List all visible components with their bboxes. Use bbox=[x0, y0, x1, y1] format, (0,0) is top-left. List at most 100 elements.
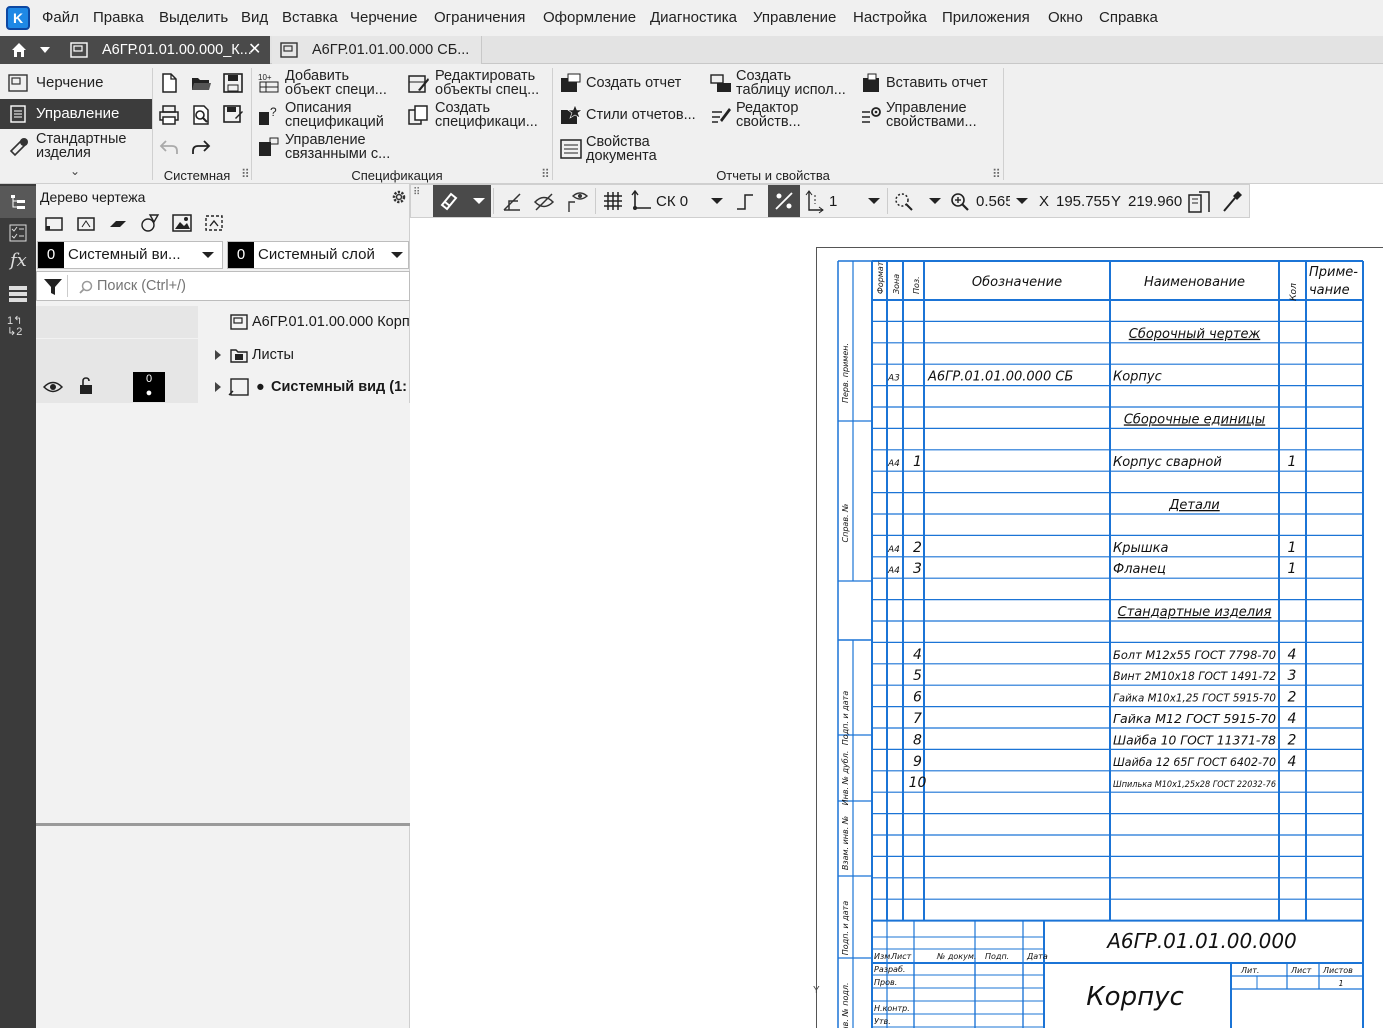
binding-label: Взам. инв. № bbox=[841, 816, 850, 870]
layer-selector[interactable]: 0 Системный слой bbox=[227, 241, 409, 269]
manage-linked-button[interactable]: Управление связанными с... bbox=[256, 132, 401, 164]
mode-drawing[interactable]: Черчение bbox=[0, 68, 152, 98]
menu-item[interactable]: Вид bbox=[241, 9, 268, 26]
create-spec-button[interactable]: Создать спецификаци... bbox=[406, 100, 548, 132]
open-folder-icon[interactable] bbox=[190, 72, 212, 94]
menu-item[interactable]: Правка bbox=[93, 9, 144, 26]
variables-icon[interactable]: fx bbox=[10, 250, 27, 271]
save-as-icon[interactable] bbox=[222, 104, 244, 126]
checklist-icon[interactable] bbox=[9, 224, 27, 242]
redo-icon[interactable] bbox=[190, 136, 212, 158]
show-all-icon[interactable] bbox=[565, 190, 589, 214]
tree-search-input[interactable] bbox=[97, 275, 397, 297]
edit-spec-objects-button[interactable]: Редактировать объекты спец... bbox=[406, 68, 548, 100]
menu-item[interactable]: Оформление bbox=[543, 9, 636, 26]
eyedropper-icon[interactable] bbox=[1221, 190, 1243, 214]
coordinate-system-value[interactable]: СК 0 bbox=[656, 193, 688, 210]
visibility-eye-icon[interactable] bbox=[43, 380, 63, 394]
layer-badge[interactable]: 0 ● bbox=[133, 372, 165, 402]
menu-item[interactable]: Выделить bbox=[159, 9, 228, 26]
image-icon[interactable] bbox=[172, 213, 192, 233]
menu-item[interactable]: Управление bbox=[753, 9, 836, 26]
tab-document-2[interactable]: А6ГР.01.01.00.000 СБ... bbox=[272, 36, 482, 64]
menu-item[interactable]: Ограничения bbox=[434, 9, 525, 26]
add-spec-object-button[interactable]: 10+ Добавить объект специ... bbox=[256, 68, 401, 100]
round-step-toggle[interactable] bbox=[768, 185, 800, 217]
create-usage-table-button[interactable]: Создать таблицу испол... bbox=[708, 68, 856, 100]
zoom-value[interactable]: 0.565 bbox=[976, 193, 1010, 210]
toolbar-grip-icon[interactable]: ⠿ bbox=[413, 187, 420, 198]
step-icon[interactable] bbox=[735, 191, 755, 213]
chevron-down-icon[interactable] bbox=[711, 197, 723, 205]
tree-row-sheets[interactable]: Листы bbox=[36, 339, 410, 371]
chevron-down-icon[interactable] bbox=[868, 197, 880, 205]
cursor-step-icon[interactable] bbox=[805, 190, 825, 214]
zoom-window-icon[interactable] bbox=[893, 191, 915, 213]
zoom-icon[interactable] bbox=[949, 191, 971, 213]
view-selector[interactable]: 0 Системный ви... bbox=[37, 241, 223, 269]
menu-item[interactable]: Справка bbox=[1099, 9, 1158, 26]
expand-modes-icon[interactable]: ⌄ bbox=[70, 164, 80, 178]
print-icon[interactable] bbox=[158, 104, 180, 126]
close-tab-icon[interactable]: ✕ bbox=[248, 36, 261, 64]
layers-icon[interactable] bbox=[8, 284, 28, 304]
menu-item[interactable]: Окно bbox=[1048, 9, 1083, 26]
coordinate-system-icon[interactable] bbox=[631, 190, 653, 212]
insert-fragment-icon[interactable] bbox=[204, 213, 224, 233]
insert-report-button[interactable]: Вставить отчет bbox=[858, 68, 998, 98]
app-logo-icon[interactable]: K bbox=[6, 6, 30, 30]
cell-quantity: 1 bbox=[1288, 540, 1297, 556]
create-report-button[interactable]: Создать отчет bbox=[558, 68, 703, 98]
panel-splitter[interactable] bbox=[36, 823, 410, 826]
menu-item[interactable]: Черчение bbox=[350, 9, 418, 26]
title-row-label: Н.контр. bbox=[874, 1004, 910, 1013]
property-editor-button[interactable]: Редактор свойств... bbox=[708, 100, 856, 132]
unlock-icon[interactable] bbox=[77, 377, 95, 395]
undo-icon[interactable] bbox=[158, 136, 180, 158]
view-from-model-icon[interactable] bbox=[76, 215, 96, 233]
numbering-icon[interactable]: 1↰ ↳2 bbox=[7, 316, 22, 338]
measure-icon[interactable] bbox=[1187, 190, 1211, 214]
tab-document-1[interactable]: А6ГР.01.01.00.000_К... ✕ bbox=[62, 36, 270, 64]
chevron-down-icon[interactable] bbox=[929, 197, 941, 205]
menu-item[interactable]: Диагностика bbox=[650, 9, 737, 26]
menu-item[interactable]: Вставка bbox=[282, 9, 338, 26]
group-separator bbox=[152, 68, 153, 180]
save-icon[interactable] bbox=[222, 72, 244, 94]
cell-position: 1 bbox=[913, 454, 922, 470]
group-grip-icon[interactable]: ⠿ bbox=[992, 167, 1001, 181]
manage-properties-button[interactable]: Управление свойствами... bbox=[858, 100, 998, 132]
print-preview-icon[interactable] bbox=[190, 104, 212, 126]
expand-arrow-icon[interactable] bbox=[214, 350, 222, 360]
tree-row-system-view[interactable]: 0 ● ● Системный вид (1: bbox=[36, 371, 410, 403]
cell-format: А4 bbox=[887, 459, 900, 469]
grid-icon[interactable] bbox=[603, 191, 623, 211]
menu-item[interactable]: Настройка bbox=[853, 9, 927, 26]
home-button[interactable] bbox=[0, 36, 62, 64]
document-properties-button[interactable]: Свойства документа bbox=[558, 132, 703, 164]
ortho-icon[interactable] bbox=[501, 191, 523, 213]
shapes-icon[interactable] bbox=[140, 213, 160, 233]
group-grip-icon[interactable]: ⠿ bbox=[241, 167, 250, 181]
report-styles-button[interactable]: Стили отчетов... bbox=[558, 100, 703, 130]
snap-menu-button[interactable] bbox=[433, 185, 491, 217]
chevron-down-icon[interactable] bbox=[1016, 197, 1028, 205]
layer-icon[interactable] bbox=[108, 215, 128, 233]
drawing-tree-tab[interactable] bbox=[0, 186, 36, 218]
spec-descriptions-icon: ? bbox=[259, 105, 277, 125]
filter-icon[interactable] bbox=[43, 277, 63, 297]
mode-management[interactable]: Управление bbox=[0, 99, 152, 129]
manage-linked-icon bbox=[259, 137, 279, 156]
cursor-step-value[interactable]: 1 bbox=[829, 193, 837, 210]
hide-show-icon[interactable] bbox=[533, 191, 555, 213]
expand-arrow-icon[interactable] bbox=[214, 382, 222, 392]
tree-row-document[interactable]: А6ГР.01.01.00.000 Корп bbox=[36, 306, 410, 338]
menu-item[interactable]: Приложения bbox=[942, 9, 1030, 26]
gear-icon[interactable] bbox=[390, 188, 408, 206]
new-document-icon[interactable] bbox=[158, 72, 180, 94]
new-view-icon[interactable] bbox=[44, 215, 64, 233]
menu-item[interactable]: Файл bbox=[42, 9, 79, 26]
mode-standard-parts[interactable]: Стандартные изделия bbox=[0, 131, 152, 163]
group-grip-icon[interactable]: ⠿ bbox=[541, 167, 550, 181]
spec-descriptions-button[interactable]: ? Описания спецификаций bbox=[256, 100, 401, 132]
